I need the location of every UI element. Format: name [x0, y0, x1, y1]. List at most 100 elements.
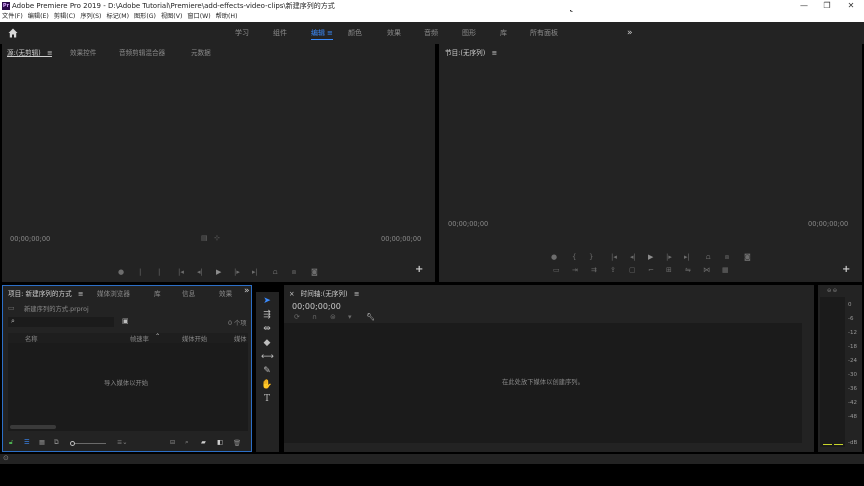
icon-view-icon[interactable]: ▦ [39, 439, 45, 446]
minimize-button[interactable]: — [793, 0, 815, 12]
column-name[interactable]: 名称 [25, 334, 38, 343]
column-media-start[interactable]: 媒体开始 [182, 334, 207, 343]
nest-toggle-icon[interactable]: ⟳ [294, 313, 300, 321]
add-marker-icon[interactable]: ▾ [348, 313, 352, 321]
go-to-out-icon[interactable]: ▸| [684, 253, 690, 261]
menu-view[interactable]: 视图(V) [161, 12, 182, 22]
menu-clip[interactable]: 剪辑(C) [54, 12, 76, 22]
tab-info[interactable]: 信息 [182, 288, 195, 298]
tab-media-browser[interactable]: 媒体浏览器 [97, 288, 130, 298]
tab-metadata[interactable]: 元数据 [191, 47, 211, 57]
workspace-graphics[interactable]: 图形 [462, 22, 476, 44]
safe-margins-icon[interactable]: ▭ [553, 266, 560, 274]
panel-overflow-icon[interactable]: » [244, 286, 250, 296]
menu-file[interactable]: 文件(F) [2, 12, 23, 22]
find-icon[interactable]: ⌕ [185, 439, 189, 447]
snap-icon[interactable]: ∩ [312, 313, 317, 321]
workspace-color[interactable]: 颜色 [348, 22, 362, 44]
overwrite-icon[interactable]: ⩎ [292, 268, 296, 276]
zoom-slider-handle[interactable] [70, 441, 75, 446]
multicam-icon[interactable]: ▦ [722, 266, 729, 274]
list-view-icon[interactable]: ☰ [24, 439, 30, 446]
workspace-audio[interactable]: 音频 [424, 22, 438, 44]
type-tool-icon[interactable]: T [261, 393, 273, 405]
pen-tool-icon[interactable]: ✎ [261, 365, 273, 377]
play-icon[interactable]: ▶ [216, 268, 221, 276]
timeline-timecode[interactable]: 00;00;00;00 [292, 302, 341, 311]
status-icon[interactable]: ⊙ [3, 454, 9, 462]
program-timecode-left[interactable]: 00;00;00;00 [448, 220, 488, 228]
workspace-editing[interactable]: 编辑 ≡ [311, 22, 333, 44]
go-to-in-icon[interactable]: |◂ [611, 253, 617, 261]
column-media-end[interactable]: 媒体 [234, 334, 247, 343]
tab-effects[interactable]: 效果 [219, 288, 232, 298]
vr-video-icon[interactable]: ⇋ [685, 266, 691, 274]
ripple-icon[interactable]: ⊞ [666, 266, 672, 274]
panel-menu-icon[interactable]: ≡ [491, 49, 497, 57]
menu-marker[interactable]: 标记(M) [106, 12, 129, 22]
razor-tool-icon[interactable]: ◆ [261, 337, 273, 349]
step-forward-icon[interactable]: |▸ [234, 268, 240, 276]
tab-effect-controls[interactable]: 效果控件 [70, 47, 96, 57]
menu-graphics[interactable]: 图形(G) [134, 12, 156, 22]
mark-out-icon[interactable]: } [589, 253, 593, 261]
add-button[interactable]: + [415, 264, 423, 275]
go-to-in-icon[interactable]: |◂ [178, 268, 184, 276]
hand-tool-icon[interactable]: ✋ [261, 379, 273, 391]
lift-icon[interactable]: ⩍ [706, 253, 711, 261]
sort-icons-icon[interactable]: ≡⌄ [117, 439, 128, 446]
mark-in-icon[interactable]: { [572, 253, 576, 261]
search-input[interactable]: ⌕ [8, 317, 114, 327]
source-timecode-left[interactable]: 00;00;00;00 [10, 235, 50, 243]
fit-dropdown-icon[interactable]: ▤ [201, 234, 208, 242]
clear-icon[interactable]: 🗑︎ [233, 439, 241, 447]
meter-solo-icon[interactable]: ⊖ ⊖ [827, 288, 837, 294]
add-marker-icon[interactable]: ● [551, 253, 557, 261]
track-select-tool-icon[interactable]: ⇶ [261, 309, 273, 321]
comparison-view-icon[interactable]: ▢ [629, 266, 636, 274]
tab-libraries[interactable]: 库 [154, 288, 161, 298]
automate-to-sequence-icon[interactable]: ⊟ [170, 439, 175, 446]
workspace-assembly[interactable]: 组件 [273, 22, 287, 44]
linked-selection-icon[interactable]: ⊜ [330, 313, 336, 321]
ripple-edit-tool-icon[interactable]: ⇹ [261, 323, 273, 335]
resolution-icon[interactable]: ⊹ [214, 234, 220, 242]
step-back-icon[interactable]: ◂| [197, 268, 203, 276]
workspace-overflow-icon[interactable]: » [627, 22, 633, 44]
tab-audio-clip-mixer[interactable]: 音频剪辑混合器 [119, 47, 165, 57]
export-frame-icon[interactable]: ◙ [744, 253, 751, 261]
zoom-slider[interactable] [70, 441, 106, 446]
maximize-button[interactable]: ❐ [816, 0, 838, 12]
lock-icon[interactable]: 🔓︎ [9, 439, 13, 447]
menu-window[interactable]: 窗口(W) [187, 12, 210, 22]
workspace-libraries[interactable]: 库 [500, 22, 507, 44]
workspace-menu-icon[interactable]: ≡ [327, 29, 333, 37]
close-window-button[interactable]: ✕ [840, 0, 862, 12]
mark-in-icon[interactable]: | [139, 268, 141, 276]
proxy-toggle-icon[interactable]: ⋈ [703, 266, 710, 274]
play-icon[interactable]: ▶ [648, 253, 653, 261]
tab-program[interactable]: 节目:(无序列) ≡ [445, 47, 497, 57]
add-marker-icon[interactable]: ● [118, 268, 124, 276]
menu-sequence[interactable]: 序列(S) [80, 12, 101, 22]
menu-help[interactable]: 帮助(H) [216, 12, 238, 22]
step-back-icon[interactable]: ◂| [630, 253, 636, 261]
slip-tool-icon[interactable]: ⟷ [261, 351, 274, 363]
freeform-view-icon[interactable]: ⧉ [54, 439, 59, 447]
selection-tool-icon[interactable]: ➤ [261, 295, 273, 307]
panel-menu-icon[interactable]: ≡ [78, 290, 84, 298]
insert-edit-icon[interactable]: ⇥ [572, 266, 578, 274]
insert-icon[interactable]: ⩍ [273, 268, 278, 276]
new-item-icon[interactable]: ◧ [217, 439, 223, 446]
workspace-learn[interactable]: 学习 [235, 22, 249, 44]
overwrite-edit-icon[interactable]: ⇉ [591, 266, 597, 274]
project-list-area[interactable]: 导入媒体以开始 [8, 343, 248, 431]
menu-edit[interactable]: 编辑(E) [28, 12, 49, 22]
workspace-effects[interactable]: 效果 [387, 22, 401, 44]
tab-project[interactable]: 项目: 新建序列的方式 ≡ [8, 288, 83, 298]
export-frame-icon[interactable]: ◙ [311, 268, 318, 276]
export-icon[interactable]: ⇪ [610, 266, 616, 274]
trim-icon[interactable]: ⌐ [648, 266, 654, 274]
tab-timeline[interactable]: × 时间轴:(无序列) ≡ [289, 288, 359, 298]
extract-icon[interactable]: ⩎ [725, 253, 729, 261]
